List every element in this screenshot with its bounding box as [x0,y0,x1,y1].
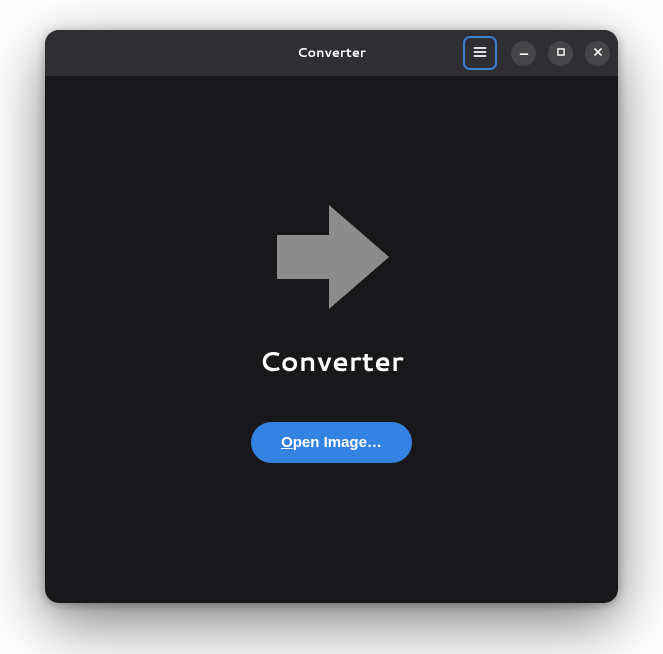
main-content: Converter Open Image… [45,76,618,603]
open-image-button[interactable]: Open Image… [251,422,412,463]
minimize-icon [517,45,531,62]
window-title: Converter [297,44,366,62]
hamburger-icon [472,44,488,63]
arrow-right-icon [267,197,397,317]
window-controls [463,36,610,70]
maximize-icon [554,45,568,62]
app-heading: Converter [259,341,404,380]
maximize-button[interactable] [548,41,573,66]
open-button-mnemonic: O [281,434,293,451]
close-button[interactable] [585,41,610,66]
titlebar: Converter [45,30,618,76]
close-icon [591,45,605,62]
open-button-label: pen Image… [293,434,382,451]
minimize-button[interactable] [511,41,536,66]
application-window: Converter [45,30,618,603]
menu-button[interactable] [463,36,497,70]
